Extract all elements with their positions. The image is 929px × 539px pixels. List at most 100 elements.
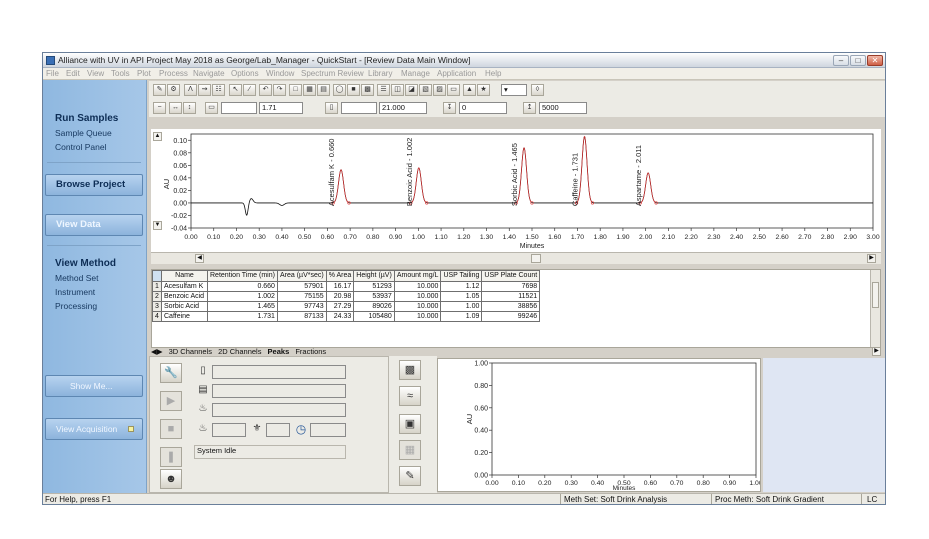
menu-navigate[interactable]: Navigate <box>193 69 225 78</box>
scroll-up-icon[interactable]: ▲ <box>153 132 162 141</box>
tool-icon-15[interactable]: ▩ <box>361 84 374 96</box>
col-header-height[interactable]: Height (µV) <box>353 270 395 282</box>
table-row[interactable]: 2 Benzoic Acid 1.002 75155 20.98 53937 1… <box>152 291 541 302</box>
sidebar-item-method-set[interactable]: Method Set <box>55 273 98 283</box>
sidebar-view-method[interactable]: View Method <box>55 258 116 269</box>
table-row[interactable]: 4 Caffeine 1.731 87133 24.33 105480 10.0… <box>152 311 541 322</box>
menu-options[interactable]: Options <box>231 69 259 78</box>
restore-button[interactable]: □ <box>850 55 866 66</box>
title-bar: Alliance with UV in API Project May 2018… <box>43 53 885 68</box>
undo-icon[interactable]: ↶ <box>259 84 272 96</box>
tab-fractions[interactable]: Fractions <box>295 347 326 356</box>
scroll-down-icon[interactable]: ▼ <box>153 221 162 230</box>
zoom-fit-icon[interactable]: ↔ <box>169 102 182 114</box>
tool-icon-17[interactable]: ◫ <box>391 84 404 96</box>
scale-min-field[interactable]: 0 <box>459 102 507 114</box>
tool-icon-24[interactable]: ◊ <box>531 84 544 96</box>
col-header-usp-plate-count[interactable]: USP Plate Count <box>481 270 541 282</box>
tab-nav-arrows-icon[interactable]: ◀▶ <box>151 347 163 356</box>
col-header-percent-area[interactable]: % Area <box>325 270 355 282</box>
tab-2d-channels[interactable]: 2D Channels <box>218 347 261 356</box>
table-row[interactable]: 3 Sorbic Acid 1.465 97743 27.29 89026 10… <box>152 301 541 312</box>
peak-table-v-scrollbar[interactable] <box>870 270 880 347</box>
tool-icon-18[interactable]: ◪ <box>405 84 418 96</box>
scale-max-field[interactable]: 5000 <box>539 102 587 114</box>
x-range-icon[interactable]: ▭ <box>205 102 218 114</box>
menu-edit[interactable]: Edit <box>66 69 80 78</box>
tool-icon-16[interactable]: ☰ <box>377 84 390 96</box>
zoom-out-icon[interactable]: − <box>153 102 166 114</box>
menu-application[interactable]: Application <box>437 69 476 78</box>
y-end-field[interactable]: 21.000 <box>379 102 427 114</box>
menu-tools[interactable]: Tools <box>111 69 130 78</box>
tab-peaks[interactable]: Peaks <box>268 347 290 356</box>
menu-window[interactable]: Window <box>266 69 294 78</box>
col-header-name[interactable]: Name <box>161 270 208 282</box>
tool-icon-6[interactable]: ↖ <box>229 84 242 96</box>
lc-view-icon[interactable]: ≈ <box>399 386 421 406</box>
sidebar-item-sample-queue[interactable]: Sample Queue <box>55 128 112 138</box>
scale-min-icon[interactable]: ↧ <box>443 102 456 114</box>
sidebar-item-instrument[interactable]: Instrument <box>55 287 95 297</box>
view-acquisition-button[interactable]: View Acquisition <box>45 418 143 440</box>
tool-icon-22[interactable]: ▲ <box>463 84 476 96</box>
table-row[interactable]: 1 Acesulfam K 0.660 57901 16.17 51293 10… <box>152 281 541 292</box>
col-header-area[interactable]: Area (µV*sec) <box>276 270 327 282</box>
tool-icon-4[interactable]: ⇝ <box>198 84 211 96</box>
sidebar-run-samples[interactable]: Run Samples <box>55 113 118 124</box>
tool-icon-21[interactable]: ▭ <box>447 84 460 96</box>
tool-icon-7[interactable]: ∕ <box>243 84 256 96</box>
tool-icon-20[interactable]: ▨ <box>433 84 446 96</box>
redo-icon[interactable]: ↷ <box>273 84 286 96</box>
menu-file[interactable]: File <box>46 69 59 78</box>
y-range-icon[interactable]: ▯ <box>325 102 338 114</box>
tool-icon-13[interactable]: ◯ <box>333 84 346 96</box>
y-start-field[interactable] <box>341 102 377 114</box>
show-me-button[interactable]: Show Me... <box>45 375 143 397</box>
image-view-icon[interactable]: ▣ <box>399 414 421 434</box>
tab-3d-channels[interactable]: 3D Channels <box>169 347 212 356</box>
zoom-area-icon[interactable]: ↕ <box>183 102 196 114</box>
row-index: 3 <box>152 301 162 312</box>
tool-icon-10[interactable]: □ <box>289 84 302 96</box>
x-start-field[interactable] <box>221 102 257 114</box>
tool-icon-3[interactable]: Λ <box>184 84 197 96</box>
menu-process[interactable]: Process <box>159 69 188 78</box>
tool-icon-11[interactable]: ▦ <box>303 84 316 96</box>
minimize-button[interactable]: – <box>833 55 849 66</box>
menu-spectrum-review[interactable]: Spectrum Review <box>301 69 364 78</box>
injector-icon[interactable]: 🔧 <box>160 363 182 383</box>
menu-view[interactable]: View <box>87 69 104 78</box>
tool-icon-23[interactable]: ★ <box>477 84 490 96</box>
col-header-retention-time[interactable]: Retention Time (min) <box>207 270 278 282</box>
scroll-thumb[interactable] <box>531 254 541 263</box>
close-button[interactable]: ✕ <box>867 55 883 66</box>
col-header-amount[interactable]: Amount mg/L <box>393 270 442 282</box>
sidebar-item-control-panel[interactable]: Control Panel <box>55 142 107 152</box>
tool-icon-1[interactable]: ✎ <box>153 84 166 96</box>
view-data-button[interactable]: View Data <box>45 214 143 236</box>
scroll-thumb[interactable] <box>872 282 879 308</box>
menu-help[interactable]: Help <box>485 69 501 78</box>
chromatogram-chart[interactable]: 0.10 0.08 0.06 0.04 0.02 0.00 -0.02 -0.04 AU 0.00… <box>151 129 881 252</box>
tabs-scroll-right-icon[interactable]: ▶ <box>872 347 881 356</box>
tool-icon-2[interactable]: ⚙ <box>167 84 180 96</box>
operator-icon[interactable]: ☻ <box>160 469 182 489</box>
menu-library[interactable]: Library <box>368 69 392 78</box>
chromatogram-h-scrollbar[interactable]: ◀ ▶ <box>151 252 881 264</box>
menu-manage[interactable]: Manage <box>401 69 430 78</box>
report-icon[interactable]: ✎ <box>399 466 421 486</box>
spectrum-view-icon[interactable]: ▩ <box>399 360 421 380</box>
toolbar-dropdown[interactable]: ▾ <box>501 84 527 96</box>
x-end-field[interactable]: 1.71 <box>259 102 303 114</box>
col-header-usp-tailing[interactable]: USP Tailing <box>440 270 483 282</box>
tool-icon-5[interactable]: ☷ <box>212 84 225 96</box>
scale-max-icon[interactable]: ↥ <box>523 102 536 114</box>
browse-project-button[interactable]: Browse Project <box>45 174 143 196</box>
menu-plot[interactable]: Plot <box>137 69 151 78</box>
tool-icon-14[interactable]: ■ <box>347 84 360 96</box>
tool-icon-12[interactable]: ▤ <box>317 84 330 96</box>
tool-icon-19[interactable]: ▧ <box>419 84 432 96</box>
sidebar-item-processing[interactable]: Processing <box>55 301 97 311</box>
spectrum-chart[interactable]: 1.00 0.80 0.60 0.40 0.20 0.00 AU 0.00 0.10 0.20 0.… <box>438 359 760 492</box>
